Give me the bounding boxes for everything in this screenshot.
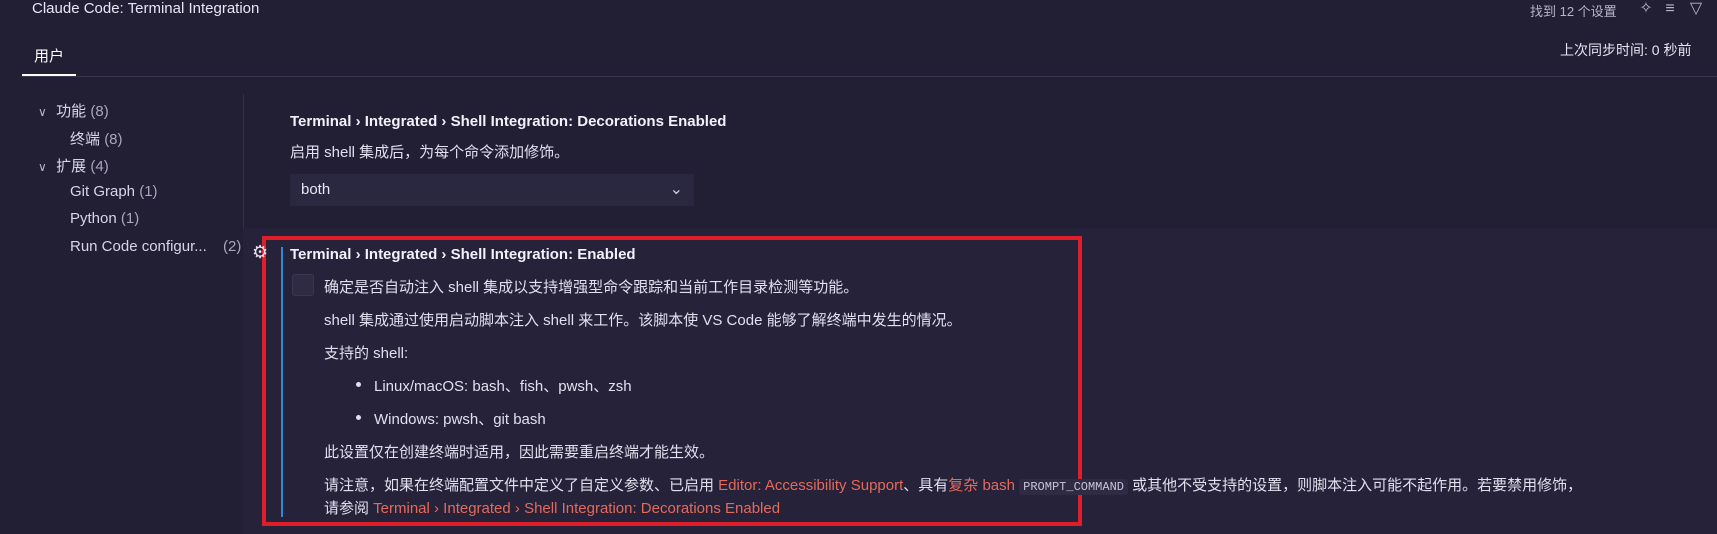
accessibility-support-link[interactable]: Editor: Accessibility Support bbox=[718, 477, 903, 494]
toc-label: Run Code configur... bbox=[70, 238, 207, 255]
setting-note-line1: 请注意，如果在终端配置文件中定义了自定义参数、已启用 Editor: Acces… bbox=[324, 474, 1582, 495]
toc-label: 扩展 bbox=[56, 158, 87, 175]
toc-count: (8) bbox=[90, 103, 109, 120]
setting-note-line2: 请参阅 Terminal › Integrated › Shell Integr… bbox=[324, 497, 780, 518]
toc-label: Git Graph bbox=[70, 183, 136, 200]
toc-count: (2) bbox=[223, 238, 242, 255]
toc-label: 终端 bbox=[70, 131, 101, 148]
setting-description: 启用 shell 集成后，为每个命令添加修饰。 bbox=[290, 144, 570, 161]
bullet-linux: Linux/macOS: bash、fish、pwsh、zsh bbox=[374, 378, 632, 395]
toc-item-python[interactable]: Python (1) bbox=[70, 210, 139, 227]
bullet-windows: Windows: pwsh、git bash bbox=[374, 411, 546, 428]
filter-icon[interactable]: ▽ bbox=[1686, 0, 1706, 20]
chevron-down-icon: ∨ bbox=[38, 160, 47, 174]
setting-description-1: 确定是否自动注入 shell 集成以支持增强型命令跟踪和当前工作目录检测等功能。 bbox=[324, 279, 859, 296]
tab-user[interactable]: 用户 bbox=[22, 42, 76, 76]
note-text: 或其他不受支持的设置，则脚本注入可能不起作用。若要禁用修饰， bbox=[1127, 477, 1583, 494]
sync-status: 上次同步时间: 0 秒前 bbox=[1560, 42, 1692, 58]
toc-item-features[interactable]: ∨ 功能 (8) bbox=[38, 100, 109, 121]
search-result-count: 找到 12 个设置 bbox=[1530, 4, 1617, 19]
clear-filter-icon[interactable]: ✧ bbox=[1636, 0, 1656, 20]
tabs-divider bbox=[22, 76, 1717, 77]
toc-count: (4) bbox=[90, 158, 109, 175]
complex-bash-link[interactable]: 复杂 bash bbox=[948, 477, 1015, 494]
note-text: 、具有 bbox=[903, 477, 949, 494]
prompt-command-code: PROMPT_COMMAND bbox=[1019, 479, 1128, 495]
focus-indicator bbox=[281, 247, 283, 517]
toc-item-extensions[interactable]: ∨ 扩展 (4) bbox=[38, 155, 109, 176]
toc-label: Python bbox=[70, 210, 117, 227]
chevron-down-icon: ∨ bbox=[38, 105, 47, 119]
clear-search-icon[interactable]: ≡ bbox=[1660, 0, 1680, 20]
note-text: 请参阅 bbox=[324, 500, 374, 517]
toc-count: (8) bbox=[104, 131, 123, 148]
decorations-select[interactable]: both ⌄ bbox=[290, 174, 694, 206]
toc-item-git-graph[interactable]: Git Graph (1) bbox=[70, 183, 158, 200]
supported-shells-label: 支持的 shell: bbox=[324, 345, 409, 362]
setting-title: Terminal › Integrated › Shell Integratio… bbox=[290, 246, 636, 263]
search-input[interactable]: Claude Code: Terminal Integration bbox=[32, 0, 259, 17]
toc-count: (1) bbox=[139, 183, 158, 200]
toc-label: 功能 bbox=[56, 103, 87, 120]
toc-count: (1) bbox=[120, 210, 140, 227]
bullet-dot bbox=[356, 382, 361, 387]
note-text: 请注意，如果在终端配置文件中定义了自定义参数、已启用 bbox=[324, 477, 719, 494]
setting-title: Terminal › Integrated › Shell Integratio… bbox=[290, 113, 727, 130]
bullet-dot bbox=[356, 415, 361, 420]
gear-icon[interactable]: ⚙ bbox=[252, 242, 268, 263]
toc-item-terminal[interactable]: 终端 (8) bbox=[70, 128, 123, 149]
setting-description-2: shell 集成通过使用启动脚本注入 shell 来工作。该脚本使 VS Cod… bbox=[324, 312, 962, 329]
decorations-enabled-link[interactable]: Terminal › Integrated › Shell Integratio… bbox=[373, 500, 780, 517]
shell-integration-checkbox[interactable] bbox=[292, 274, 314, 296]
toc-item-run-code[interactable]: Run Code configur... (2) bbox=[70, 238, 242, 255]
chevron-down-icon: ⌄ bbox=[669, 181, 683, 198]
setting-description-4: 此设置仅在创建终端时适用，因此需要重启终端才能生效。 bbox=[324, 444, 715, 461]
select-value: both bbox=[301, 181, 331, 198]
